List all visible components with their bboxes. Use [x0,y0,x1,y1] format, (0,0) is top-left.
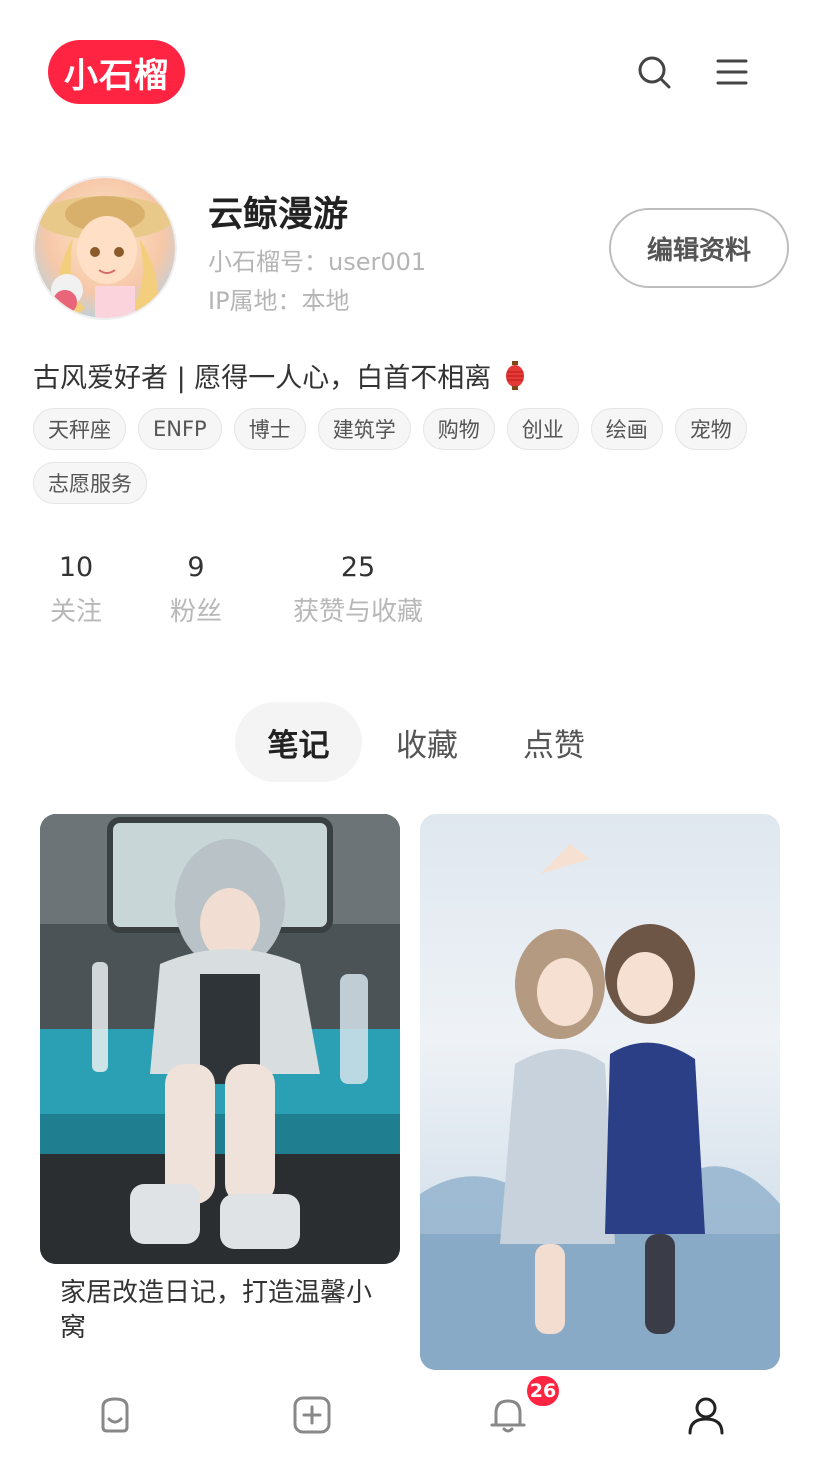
add-icon [293,1396,331,1434]
note-title[interactable]: 家居改造日记，打造温馨小窝 [60,1276,390,1346]
nav-profile[interactable] [681,1390,731,1440]
stat-value: 9 [187,552,205,583]
profile-icon [688,1397,724,1435]
tag-list: 天秤座 ENFP 博士 建筑学 购物 创业 绘画 宠物 志愿服务 [33,408,793,504]
stat-label: 关注 [49,597,102,627]
tag[interactable]: 博士 [233,408,306,450]
note-card-image[interactable] [420,814,780,1370]
lantern-icon [505,360,525,391]
stat-likes[interactable]: 25 获赞与收藏 [284,552,432,628]
tab-likes[interactable]: 点赞 [495,702,613,782]
tab-notes[interactable]: 笔记 [235,702,362,782]
menu-button[interactable] [710,50,754,94]
notification-badge: 26 [527,1376,559,1406]
tag[interactable]: ENFP [138,408,222,450]
tag[interactable]: 宠物 [674,408,747,450]
app-logo[interactable]: 小石榴 [48,40,185,104]
stat-label: 粉丝 [169,597,222,627]
bell-icon [490,1399,526,1433]
nav-notifications[interactable] [483,1390,533,1440]
ip-location: IP属地：本地 [208,287,350,315]
bottom-nav [0,1370,820,1464]
tag[interactable]: 志愿服务 [33,462,147,504]
tag[interactable]: 天秤座 [33,408,126,450]
stat-value: 25 [340,552,376,583]
nav-add[interactable] [287,1390,337,1440]
tab-collections[interactable]: 收藏 [368,702,486,782]
note-card-image[interactable] [40,814,400,1264]
search-button[interactable] [632,50,676,94]
username: 云鲸漫游 [208,195,349,235]
top-bar: 小石榴 [0,0,820,140]
content-tabs: 笔记 收藏 点赞 [0,702,820,782]
note-image [40,814,400,1264]
search-icon [638,56,671,89]
bio: 古风爱好者 | 愿得一人心，白首不相离 [33,356,525,395]
user-id: 小石榴号：user001 [208,248,427,276]
stat-following[interactable]: 10 关注 [40,552,112,628]
menu-icon [716,59,748,85]
tag[interactable]: 建筑学 [317,408,411,450]
tag[interactable]: 绘画 [590,408,663,450]
stat-label: 获赞与收藏 [292,597,423,627]
note-image [420,814,780,1370]
avatar-image [35,178,175,318]
nav-home[interactable] [90,1390,140,1440]
bio-text: 古风爱好者 | 愿得一人心，白首不相离 [33,363,492,394]
stat-followers[interactable]: 9 粉丝 [160,552,232,628]
edit-profile-button[interactable]: 编辑资料 [609,208,789,288]
tag[interactable]: 购物 [422,408,495,450]
home-icon [101,1397,129,1433]
stat-value: 10 [58,552,94,583]
tag[interactable]: 创业 [506,408,579,450]
avatar[interactable] [33,176,177,320]
